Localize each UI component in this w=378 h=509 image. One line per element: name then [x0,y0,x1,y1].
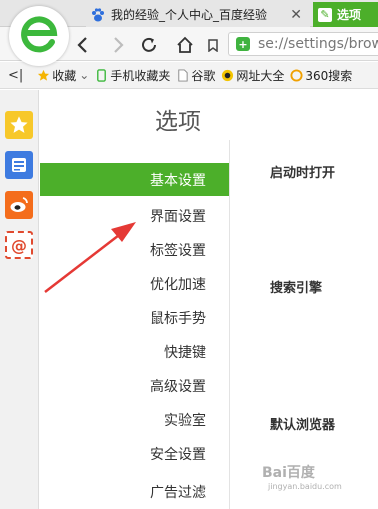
baidu-watermark: Bai百度 jingyan.baidu.com [262,462,342,491]
watermark-url: jingyan.baidu.com [268,482,342,491]
browser-logo [9,6,69,66]
watermark-text: Bai百度 [262,465,315,481]
e-logo-icon [21,16,58,53]
annotation-arrow [44,222,136,293]
